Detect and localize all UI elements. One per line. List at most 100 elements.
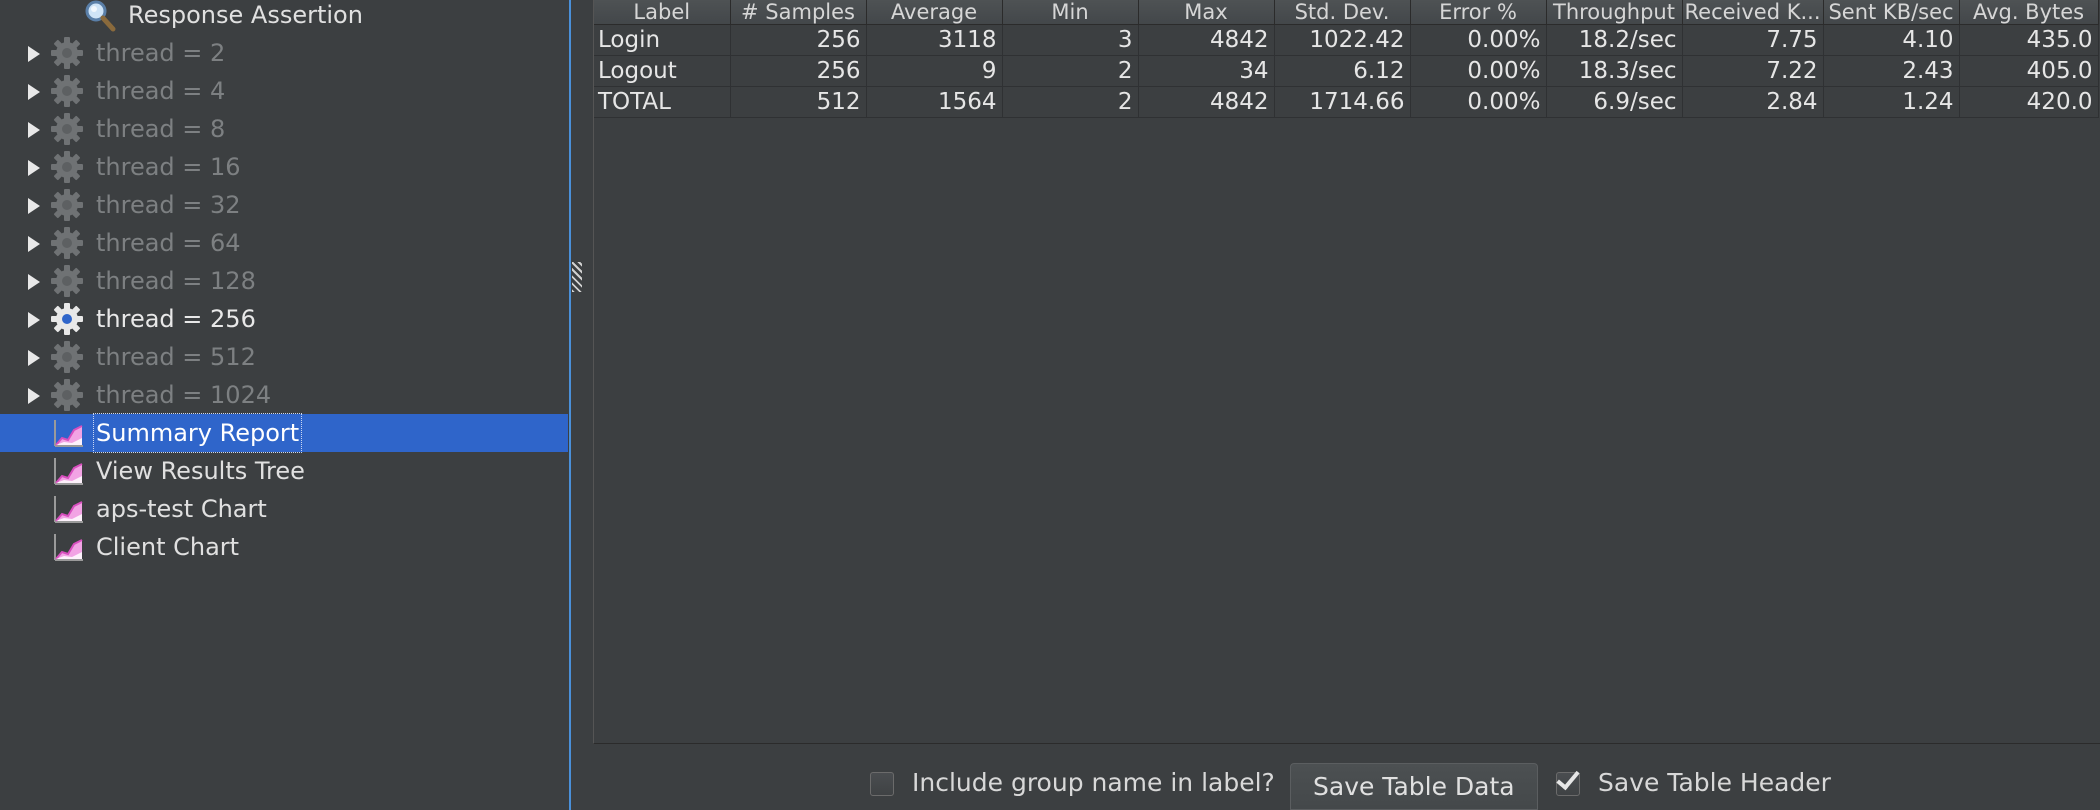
table-cell: 2.43 — [1823, 55, 1960, 87]
table-cell: 512 — [730, 86, 867, 118]
column-header[interactable]: Label — [594, 0, 731, 25]
table-cell: 1022.42 — [1274, 24, 1411, 56]
table-cell: 256 — [730, 55, 867, 87]
table-cell: 0.00% — [1410, 86, 1547, 118]
column-header[interactable]: Received K... — [1682, 0, 1824, 25]
table-cell: 0.00% — [1410, 24, 1547, 56]
save-table-header-label[interactable]: Save Table Header — [1598, 768, 1831, 797]
expand-arrow-icon[interactable] — [28, 46, 40, 62]
expand-arrow-icon[interactable] — [28, 274, 40, 290]
table-cell: 1714.66 — [1274, 86, 1411, 118]
table-row[interactable]: TOTAL 512 1564 2 4842 1714.66 0.00% 6.9/sec 2.84… — [594, 86, 2099, 118]
table-cell: 1564 — [866, 86, 1003, 118]
chart-listener-icon — [54, 534, 83, 561]
tree-node-label: thread = 2 — [96, 39, 226, 67]
gear-icon — [51, 379, 83, 411]
save-table-header-checkbox[interactable] — [1556, 765, 1580, 796]
chart-listener-icon — [54, 496, 83, 523]
table-cell: Login — [594, 24, 731, 56]
tree-node-label: thread = 8 — [96, 115, 226, 143]
tree-node-listener[interactable]: Client Chart — [0, 528, 568, 566]
include-group-name-checkbox[interactable] — [870, 772, 894, 796]
tree-node-label: Response Assertion — [128, 1, 363, 29]
tree-node-label: thread = 16 — [96, 153, 241, 181]
gear-icon — [51, 151, 83, 183]
table-cell: TOTAL — [594, 86, 731, 118]
tree-node-thread-group[interactable]: thread = 4 — [0, 72, 568, 110]
expand-arrow-icon[interactable] — [28, 160, 40, 176]
table-cell: 34 — [1138, 55, 1275, 87]
tree-node-thread-group[interactable]: thread = 32 — [0, 186, 568, 224]
summary-table[interactable]: Label # Samples Average Min Max Std. Dev. Erro… — [594, 0, 2099, 118]
table-cell: 6.9/sec — [1546, 86, 1683, 118]
table-cell: 7.75 — [1682, 24, 1824, 56]
tree-node-thread-group[interactable]: thread = 64 — [0, 224, 568, 262]
table-cell: 1.24 — [1823, 86, 1960, 118]
include-group-name-label[interactable]: Include group name in label? — [912, 768, 1275, 797]
column-header[interactable]: Error % — [1410, 0, 1547, 25]
expand-arrow-icon[interactable] — [28, 122, 40, 138]
tree-node-label: Summary Report — [92, 413, 303, 453]
gear-icon — [51, 341, 83, 373]
tree-node-response-assertion[interactable]: Response Assertion — [0, 0, 568, 34]
column-header[interactable]: Throughput — [1546, 0, 1683, 25]
column-header[interactable]: Min — [1002, 0, 1139, 25]
table-cell: 405.0 — [1959, 55, 2099, 87]
tree-node-label: View Results Tree — [96, 457, 305, 485]
expand-arrow-icon[interactable] — [28, 236, 40, 252]
gear-icon — [51, 303, 83, 335]
expand-arrow-icon[interactable] — [28, 84, 40, 100]
split-pane-divider[interactable] — [568, 0, 590, 810]
tree-node-thread-group[interactable]: thread = 2 — [0, 34, 568, 72]
table-cell: 435.0 — [1959, 24, 2099, 56]
table-cell: 9 — [866, 55, 1003, 87]
tree-node-label: thread = 4 — [96, 77, 226, 105]
tree-node-listener[interactable]: View Results Tree — [0, 452, 568, 490]
table-cell: 7.22 — [1682, 55, 1824, 87]
checkmark-icon — [1556, 765, 1580, 791]
chart-listener-icon — [54, 458, 83, 485]
table-cell: 0.00% — [1410, 55, 1547, 87]
test-plan-tree[interactable]: Response Assertion thread = 2 thread = 4… — [0, 0, 568, 810]
tree-node-thread-group[interactable]: thread = 512 — [0, 338, 568, 376]
tree-node-thread-group[interactable]: thread = 1024 — [0, 376, 568, 414]
tree-node-thread-group[interactable]: thread = 128 — [0, 262, 568, 300]
tree-node-thread-group[interactable]: thread = 16 — [0, 148, 568, 186]
summary-table-scroll-area[interactable]: Label # Samples Average Min Max Std. Dev. Erro… — [593, 0, 2100, 744]
divider-line — [569, 0, 571, 810]
column-header[interactable]: Std. Dev. — [1274, 0, 1411, 25]
expand-arrow-icon[interactable] — [28, 350, 40, 366]
table-row[interactable]: Logout 256 9 2 34 6.12 0.00% 18.3/sec 7.22 2.43 40… — [594, 55, 2099, 87]
table-cell: 4.10 — [1823, 24, 1960, 56]
tree-node-label: thread = 256 — [96, 305, 256, 333]
expand-arrow-icon[interactable] — [28, 198, 40, 214]
tree-node-listener[interactable]: Summary Report — [0, 413, 568, 453]
tree-node-label: thread = 512 — [96, 343, 256, 371]
column-header[interactable]: Avg. Bytes — [1959, 0, 2099, 25]
column-header[interactable]: Average — [866, 0, 1003, 25]
tree-node-listener[interactable]: aps-test Chart — [0, 490, 568, 528]
tree-node-label: thread = 32 — [96, 191, 241, 219]
column-header[interactable]: Max — [1138, 0, 1275, 25]
table-cell: 420.0 — [1959, 86, 2099, 118]
gear-icon — [51, 189, 83, 221]
tree-node-thread-group[interactable]: thread = 256 — [0, 300, 568, 338]
bottom-toolbar: Include group name in label? Save Table … — [590, 745, 2100, 810]
save-table-data-button[interactable]: Save Table Data — [1290, 763, 1538, 810]
expand-arrow-icon[interactable] — [28, 312, 40, 328]
divider-grip-handle[interactable] — [572, 262, 582, 292]
table-cell: 18.3/sec — [1546, 55, 1683, 87]
expand-arrow-icon[interactable] — [28, 388, 40, 404]
table-cell: 4842 — [1138, 24, 1275, 56]
column-header[interactable]: Sent KB/sec — [1823, 0, 1960, 25]
table-cell: 3118 — [866, 24, 1003, 56]
tree-node-label: thread = 64 — [96, 229, 241, 257]
tree-node-thread-group[interactable]: thread = 8 — [0, 110, 568, 148]
table-cell: 18.2/sec — [1546, 24, 1683, 56]
gear-icon — [51, 37, 83, 69]
table-cell: 2 — [1002, 55, 1139, 87]
table-row[interactable]: Login 256 3118 3 4842 1022.42 0.00% 18.2/sec 7.7… — [594, 24, 2099, 56]
tree-node-label: aps-test Chart — [96, 495, 267, 523]
gear-icon — [51, 113, 83, 145]
column-header[interactable]: # Samples — [730, 0, 867, 25]
